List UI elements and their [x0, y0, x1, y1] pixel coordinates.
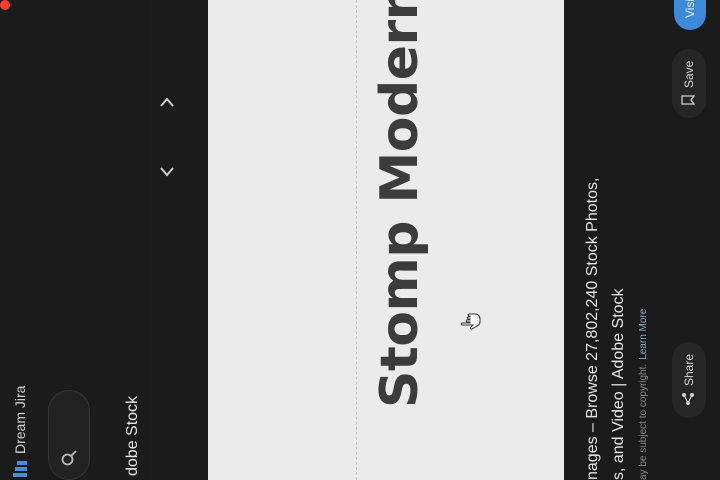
share-icon — [681, 392, 698, 406]
image-nav — [158, 94, 176, 180]
learn-more-link[interactable]: Learn More — [638, 309, 649, 360]
save-button[interactable]: Save — [672, 48, 706, 118]
result-title-line-1[interactable]: nages – Browse 27,802,240 Stock Photos, — [584, 178, 602, 480]
notification-dot — [0, 0, 10, 10]
visit-button[interactable]: Visi — [674, 0, 706, 30]
dashed-divider — [356, 0, 357, 480]
top-app-bar: Dream Jira dobe Stock — [0, 0, 174, 480]
share-button[interactable]: Share — [672, 341, 706, 418]
page-tab-title[interactable]: dobe Stock — [118, 396, 148, 480]
visit-label: Visi — [683, 0, 697, 18]
share-label: Share — [682, 353, 696, 386]
save-label: Save — [682, 60, 696, 88]
stacked-bars-icon — [11, 460, 29, 478]
preview-image[interactable]: Stomp Modern. — [208, 0, 564, 480]
photo-of-screen: Dream Jira dobe Stock Stomp Modern. nage… — [0, 0, 720, 480]
copyright-notice: ay be subject to copyright. Learn More — [638, 309, 649, 480]
bookmark-icon — [680, 94, 698, 106]
chevron-left-icon[interactable] — [158, 162, 176, 180]
search-icon — [60, 449, 78, 467]
brand-label: Dream Jira — [12, 385, 28, 454]
search-box[interactable] — [48, 390, 90, 480]
chevron-right-icon[interactable] — [158, 94, 176, 112]
action-row: Share Save Visi — [662, 0, 710, 480]
hand-pointer-icon — [460, 312, 482, 332]
browser-screen: Dream Jira dobe Stock Stomp Modern. nage… — [0, 0, 720, 480]
copyright-text: ay be subject to copyright. — [638, 363, 649, 480]
image-headline: Stomp Modern. — [370, 0, 430, 408]
result-caption: nages – Browse 27,802,240 Stock Photos, … — [566, 0, 720, 480]
brand[interactable]: Dream Jira — [0, 386, 40, 478]
result-title-line-2[interactable]: s, and Video | Adobe Stock — [610, 288, 628, 480]
